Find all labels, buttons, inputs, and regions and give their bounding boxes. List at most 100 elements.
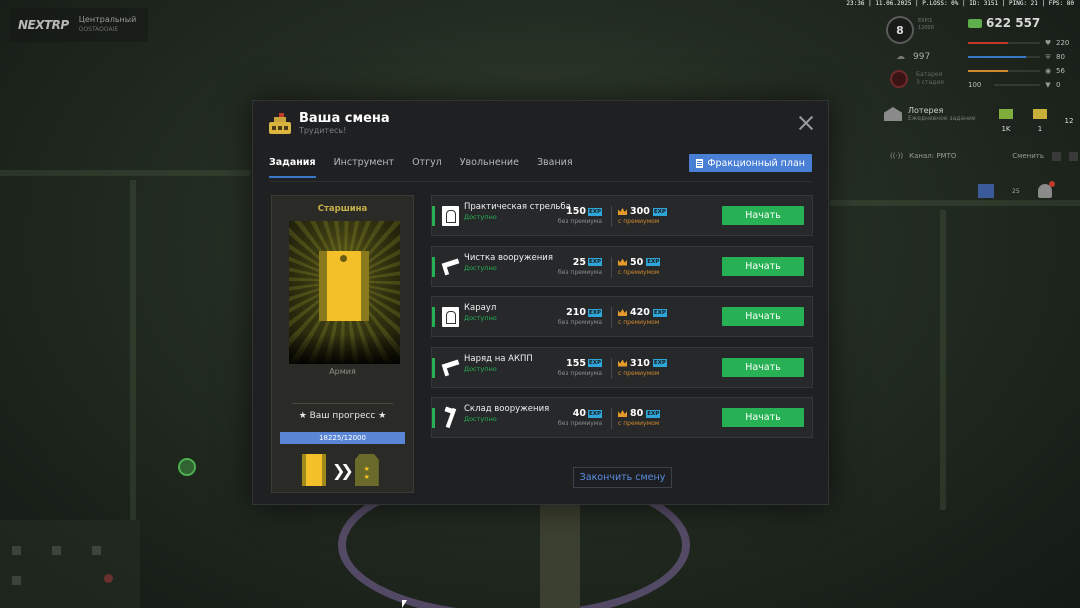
exp-badge: EXP <box>652 308 667 317</box>
player-level: 8 <box>886 16 914 44</box>
tool-icon <box>442 408 459 428</box>
rank-card: Старшина Армия ★ Ваш прогресс ★ 18225/12… <box>271 195 414 493</box>
heart-value: 220 <box>1056 39 1070 47</box>
reward-divider <box>611 408 612 429</box>
gold-ticket-icon <box>1033 109 1047 119</box>
start-task-button[interactable]: Начать <box>722 256 804 276</box>
reward-base-amount: 155 <box>566 357 586 369</box>
reward-base-amount: 40 <box>572 408 586 419</box>
ticket-widgets: 1K 1 12 <box>992 106 1078 136</box>
key-icon <box>1052 152 1061 161</box>
heart-bar <box>968 42 1040 44</box>
modal-header: Ваша смена Трудитесь! <box>269 111 390 136</box>
reward-base-label: без премиума <box>557 218 602 225</box>
crown-icon <box>618 309 627 316</box>
target-icon <box>442 206 459 226</box>
bell-icon[interactable] <box>1037 181 1055 198</box>
reward-base: 25 EXP без премиума <box>558 257 602 277</box>
battery-status: Батарея 3 стадия <box>890 70 944 88</box>
task-accent <box>432 408 435 428</box>
mouse-cursor-icon <box>402 600 407 608</box>
server-logo: NEXTRP <box>18 18 69 32</box>
start-task-button[interactable]: Начать <box>722 357 804 377</box>
vitals-bars: ♥ 220 ⛨ 80 ◉ 56 100 ▼ 0 <box>968 36 1078 92</box>
exp-badge: EXP <box>587 359 602 367</box>
modal-title: Ваша смена <box>299 111 390 126</box>
close-button[interactable] <box>798 115 814 131</box>
tab-time-off[interactable]: Отгул <box>412 157 442 178</box>
ticket-gold[interactable]: 1 <box>1026 106 1054 136</box>
exp-badge: EXP <box>587 409 602 418</box>
reward-base-label: без премиума <box>557 369 602 377</box>
reward-premium-amount: 310 <box>630 357 650 369</box>
task-accent <box>432 206 435 226</box>
reward-base: 150 EXP без премиума <box>558 206 602 226</box>
reward-premium: 50 EXP с премиумом <box>618 257 661 277</box>
ticket-count: 12 <box>1064 117 1074 125</box>
crown-icon <box>618 258 627 266</box>
rank-faction: Армия <box>329 367 356 376</box>
crown-icon <box>618 410 627 417</box>
hud-icons-row: 25 <box>978 181 1055 198</box>
reward-divider <box>611 256 612 278</box>
food-icon: ◉ <box>1044 67 1052 75</box>
exp-badge: EXP <box>587 207 602 216</box>
gps-marker-icon <box>178 458 196 476</box>
channel-switch[interactable]: Сменить <box>1012 152 1044 161</box>
task-accent <box>432 357 435 378</box>
rank-insignia-image <box>289 221 400 364</box>
status-line: 23:36 | 11.06.2025 | P.LOSS: 0% | ID: 31… <box>846 0 1074 7</box>
reward-premium-amount: 420 <box>630 307 650 318</box>
reward-base-amount: 150 <box>566 206 586 217</box>
key-icon <box>1069 152 1078 161</box>
reward-base-amount: 25 <box>572 256 586 268</box>
tab-tasks[interactable]: Задания <box>269 157 316 178</box>
reward-base: 40 EXP без премиума <box>558 408 602 428</box>
ticket-cash[interactable]: 1K <box>992 106 1020 136</box>
reward-premium-label: с премиумом <box>618 268 660 276</box>
water-icon: ▼ <box>1045 81 1051 89</box>
faction-plan-button[interactable]: Фракционный план <box>689 154 812 172</box>
tab-dismissal[interactable]: Увольнение <box>460 157 519 178</box>
double-chevron-right-icon: ❯❯ <box>332 460 354 480</box>
target-icon <box>442 307 459 327</box>
reward-divider <box>611 307 612 328</box>
stat-997: ☁ 997 <box>896 52 931 62</box>
start-task-button[interactable]: Начать <box>722 206 804 225</box>
reward-divider <box>611 357 612 379</box>
task-row: Чистка вооружения Доступно 25 EXP без пр… <box>431 245 813 287</box>
start-task-button[interactable]: Начать <box>722 408 804 427</box>
reward-base-label: без премиума <box>557 420 602 427</box>
lottery-widget[interactable]: Лотерея Ежедневное задание <box>884 106 976 122</box>
phone-icon[interactable] <box>978 184 994 198</box>
reward-premium: 80 EXP с премиумом <box>618 408 661 428</box>
server-logo-box: NEXTRP Центральный OOSTAOOAIE <box>10 8 148 42</box>
house-icon <box>884 107 902 121</box>
reward-premium: 310 EXP с премиумом <box>618 358 667 378</box>
modal-tabs: Задания Инструмент Отгул Увольнение Зван… <box>269 157 573 178</box>
rifle-icon <box>442 257 459 277</box>
reward-base: 155 EXP без премиума <box>558 358 602 378</box>
radio-icon: ((·)) <box>890 152 904 160</box>
task-list: Практическая стрельба Доступно 150 EXP б… <box>431 195 813 448</box>
cloud-icon: ☁ <box>896 52 905 62</box>
finish-shift-button[interactable]: Закончить смену <box>573 467 672 488</box>
shield-bar <box>968 56 1040 58</box>
task-row: Наряд на АКПП Доступно 155 EXP без преми… <box>431 346 813 388</box>
reward-base: 210 EXP без премиума <box>558 307 602 327</box>
next-rank-icon: ★ ★ <box>354 454 379 486</box>
tab-ranks[interactable]: Звания <box>537 157 573 178</box>
reward-premium-amount: 300 <box>630 206 650 217</box>
shift-modal: Ваша смена Трудитесь! Задания Инструмент… <box>252 100 829 505</box>
vital-bar-row: ◉ 56 <box>968 64 1078 78</box>
tab-tools[interactable]: Инструмент <box>334 157 394 178</box>
task-row: Практическая стрельба Доступно 150 EXP б… <box>431 195 813 236</box>
cash-ticket-icon <box>999 109 1013 119</box>
exp-badge: EXP <box>587 258 602 266</box>
water-bar <box>994 84 1040 86</box>
money-display: 622 557 <box>968 16 1040 30</box>
start-task-button[interactable]: Начать <box>722 307 804 326</box>
reward-premium-label: с премиумом <box>618 420 660 427</box>
shield-value: 80 <box>1056 53 1065 61</box>
vital-bar-row: 100 ▼ 0 <box>968 78 1078 92</box>
